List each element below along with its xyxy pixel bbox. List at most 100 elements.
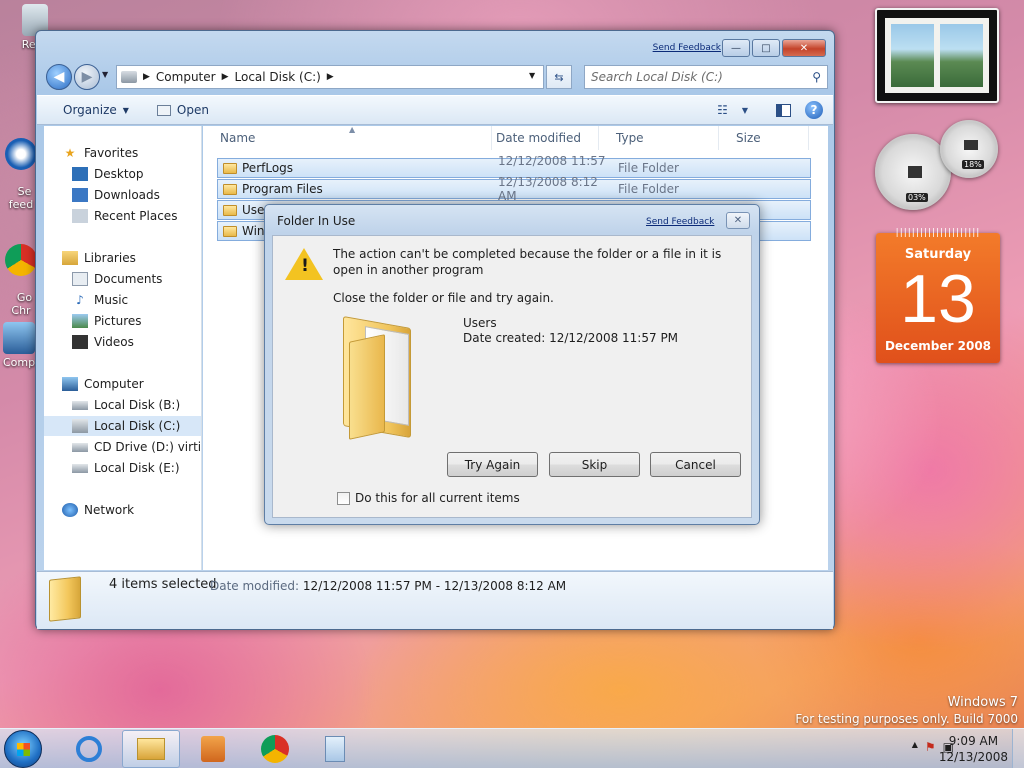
apply-all-option[interactable]: Do this for all current items	[337, 491, 520, 505]
maximize-button[interactable]: □	[752, 39, 780, 57]
open-button[interactable]: Open	[147, 103, 219, 117]
breadcrumb-local-disk-c[interactable]: Local Disk (C:)	[235, 70, 321, 84]
file-type: File Folder	[618, 182, 679, 196]
navigation-pane: ★ Favorites Desktop Downloads Recent Plac…	[44, 126, 202, 570]
skip-button[interactable]: Skip	[549, 452, 640, 477]
nav-network[interactable]: Network	[62, 500, 134, 520]
minimize-button[interactable]: —	[722, 39, 750, 57]
nav-label: Desktop	[94, 167, 144, 181]
taskbar-google-chrome[interactable]	[246, 730, 304, 768]
item-name: Users	[463, 316, 497, 330]
nav-libraries[interactable]: Libraries	[62, 248, 136, 268]
file-row[interactable]: Program Files 12/13/2008 8:12 AM File Fold…	[217, 175, 811, 203]
forward-arrow-icon: ▶	[81, 69, 93, 85]
send-feedback-link[interactable]: Send Feedback	[646, 217, 714, 227]
close-button[interactable]: ✕	[782, 39, 826, 57]
nav-disk-b[interactable]: Local Disk (B:)	[72, 395, 180, 415]
downloads-icon	[72, 188, 88, 202]
slideshow-gadget[interactable]	[875, 8, 999, 103]
search-input[interactable]: Search Local Disk (C:) ⚲	[584, 65, 828, 89]
breadcrumb-separator-icon[interactable]: ▶	[327, 72, 334, 82]
folder-icon	[49, 576, 81, 622]
show-hidden-icons-icon[interactable]: ▲	[912, 740, 918, 754]
chrome-icon	[5, 244, 37, 276]
close-button[interactable]: ✕	[726, 212, 750, 229]
start-button[interactable]	[4, 730, 42, 768]
nav-downloads[interactable]: Downloads	[72, 185, 160, 205]
taskbar-windows-explorer[interactable]	[122, 730, 180, 768]
open-label: Open	[176, 103, 209, 117]
window-frame-bar	[934, 24, 940, 87]
music-icon: ♪	[76, 293, 84, 307]
taskbar-notepad[interactable]	[306, 730, 364, 768]
column-label: Name	[220, 131, 256, 145]
address-bar[interactable]: ▶ Computer ▶ Local Disk (C:) ▶	[116, 65, 544, 89]
chrome-icon	[261, 735, 289, 763]
nav-disk-e[interactable]: Local Disk (E:)	[72, 458, 180, 478]
address-dropdown-icon[interactable]: ▼	[529, 71, 535, 80]
nav-videos[interactable]: Videos	[72, 332, 134, 352]
taskbar-internet-explorer[interactable]	[60, 730, 118, 768]
date-modified-range: Date modified: 12/12/2008 11:57 PM - 12/…	[210, 579, 566, 593]
nav-computer[interactable]: Computer	[62, 374, 144, 394]
breadcrumb-separator-icon[interactable]: ▶	[222, 72, 229, 82]
date-modified-label: Date modified:	[210, 579, 300, 593]
folder-front	[349, 334, 385, 440]
folder-icon	[223, 225, 237, 237]
breadcrumb-computer[interactable]: Computer	[156, 70, 216, 84]
file-type: File Folder	[618, 161, 679, 175]
nav-pictures[interactable]: Pictures	[72, 311, 142, 331]
command-bar: Organize ▼ Open ☷ ▼ ?	[37, 95, 833, 125]
desktop-icon	[72, 167, 88, 181]
cpu-chip-icon	[908, 166, 922, 178]
nav-recent-places[interactable]: Recent Places	[72, 206, 177, 226]
send-feedback-link[interactable]: Send Feedback	[653, 43, 721, 53]
drive-icon	[121, 71, 137, 83]
caption-buttons: — □ ✕	[722, 39, 826, 57]
refresh-icon: ⇆	[554, 70, 564, 84]
pictures-icon	[72, 314, 88, 328]
apply-all-checkbox[interactable]	[337, 491, 350, 505]
breadcrumb-separator-icon[interactable]: ▶	[143, 72, 150, 82]
clock[interactable]: 9:09 AM 12/13/2008	[939, 733, 1008, 765]
cancel-button[interactable]: Cancel	[650, 452, 741, 477]
nav-desktop[interactable]: Desktop	[72, 164, 144, 184]
details-pane: 4 items selected Date modified: 12/12/20…	[37, 571, 833, 629]
column-header-name[interactable]: Name	[203, 126, 492, 150]
nav-cd-drive[interactable]: CD Drive (D:) virtio-w	[72, 437, 201, 457]
nav-favorites[interactable]: ★ Favorites	[62, 143, 139, 163]
taskbar-media-player[interactable]	[184, 730, 242, 768]
forward-button[interactable]: ▶	[74, 64, 100, 90]
internet-explorer-icon	[76, 736, 102, 762]
memory-meter-gadget[interactable]: 18%	[940, 120, 998, 178]
column-header-size[interactable]: Size	[719, 126, 809, 150]
calendar-weekday: Saturday	[904, 247, 972, 262]
recent-pages-dropdown[interactable]: ▼	[102, 70, 108, 79]
nav-disk-c[interactable]: Local Disk (C:)	[44, 416, 201, 436]
preview-pane-icon[interactable]	[776, 103, 791, 117]
computer-icon	[62, 377, 78, 391]
item-info: Users Date created: 12/12/2008 11:57 PM	[463, 316, 678, 346]
show-desktop-button[interactable]	[1012, 729, 1024, 768]
nav-label: Computer	[84, 377, 144, 391]
back-arrow-icon: ◀	[53, 69, 65, 85]
column-header-date[interactable]: Date modified	[479, 126, 599, 150]
organize-button[interactable]: Organize ▼	[53, 103, 139, 117]
windows-drive-icon	[72, 419, 88, 433]
column-header-type[interactable]: Type	[599, 126, 719, 150]
calendar-gadget[interactable]: ||||||||||||||||||||| Saturday 13 Decemb…	[876, 228, 1000, 363]
help-icon[interactable]: ?	[805, 101, 823, 119]
back-button[interactable]: ◀	[46, 64, 72, 90]
nav-documents[interactable]: Documents	[72, 269, 162, 289]
toolbar-right: ☷ ▼ ?	[717, 101, 823, 119]
desktop-icon-label: Go Chr	[11, 291, 33, 317]
change-view-icon[interactable]: ☷	[717, 103, 728, 117]
computer-icon	[3, 322, 35, 354]
refresh-button[interactable]: ⇆	[546, 65, 572, 89]
drive-icon	[72, 400, 88, 410]
organize-label: Organize	[63, 103, 117, 117]
view-dropdown-icon[interactable]: ▼	[742, 106, 748, 115]
action-center-icon[interactable]: ⚑	[925, 740, 936, 754]
nav-music[interactable]: ♪ Music	[72, 290, 128, 310]
try-again-button[interactable]: Try Again	[447, 452, 538, 477]
